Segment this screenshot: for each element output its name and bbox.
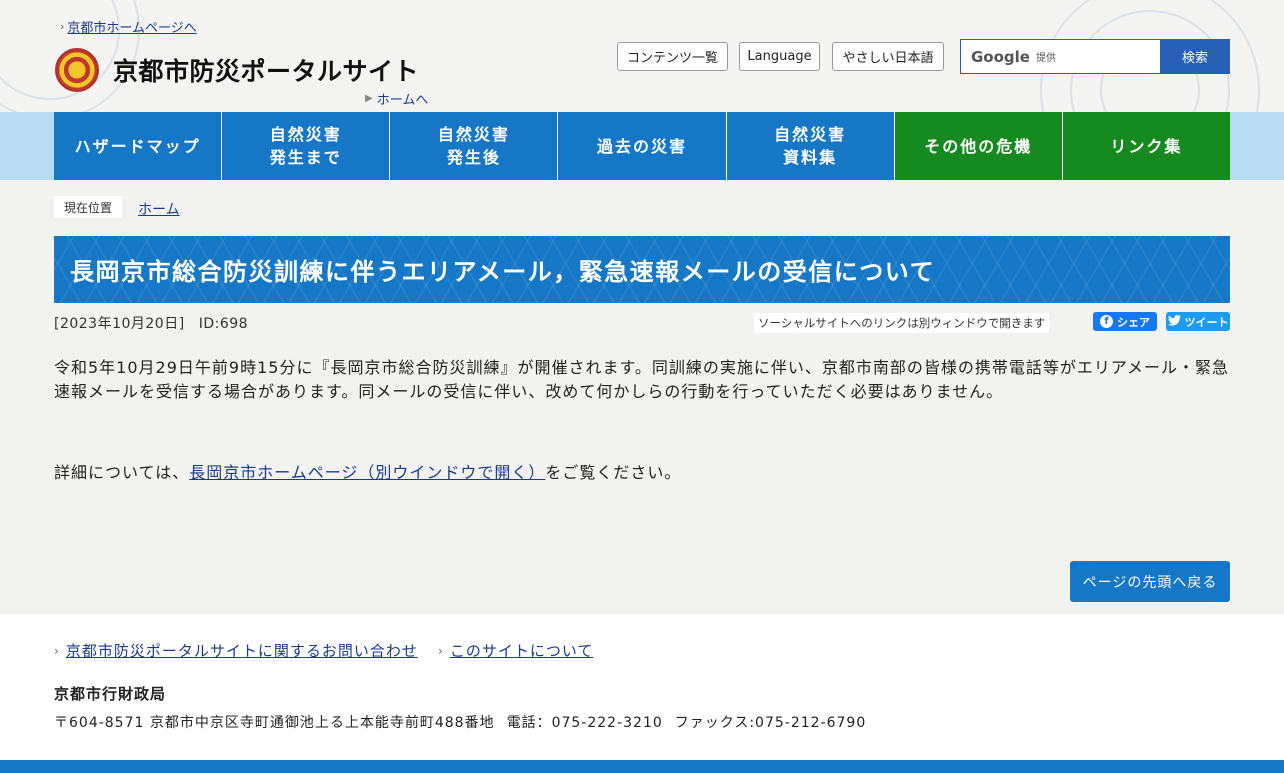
- home-link-row: ▶ ホームへ: [365, 89, 428, 108]
- chevron-right-icon: ›: [54, 643, 60, 658]
- easy-japanese-button[interactable]: やさしい日本語: [832, 42, 944, 71]
- article-date: [2023年10月20日]: [54, 316, 185, 332]
- page-title: 長岡京市総合防災訓練に伴うエリアメール，緊急速報メールの受信について: [54, 236, 1230, 303]
- triangle-right-icon: ▶: [365, 93, 373, 104]
- facebook-icon: f: [1100, 315, 1113, 328]
- article-detail-line: 詳細については、長岡京市ホームページ（別ウインドウで開く）をご覧ください。: [54, 459, 681, 483]
- home-link[interactable]: ホームへ: [377, 89, 429, 108]
- nav-item-past-disasters[interactable]: 過去の災害: [558, 112, 727, 180]
- search-input[interactable]: Google 提供: [960, 39, 1161, 74]
- bottom-band: [0, 760, 1284, 773]
- breadcrumb-home-link[interactable]: ホーム: [138, 202, 180, 218]
- article-meta: [2023年10月20日] ID:698: [54, 313, 248, 333]
- site-footer: › 京都市防災ポータルサイトに関するお問い合わせ › このサイトについて 京都市…: [0, 614, 1284, 760]
- nav-item-links[interactable]: リンク集: [1062, 112, 1230, 180]
- address-text: 〒604-8571 京都市中京区寺町通御池上る上本能寺前町488番地: [54, 715, 495, 731]
- global-nav: ハザードマップ 自然災害 発生まで 自然災害 発生後 過去の災害 自然災害 資料…: [54, 112, 1230, 180]
- search-button[interactable]: 検索: [1160, 39, 1230, 74]
- nav-item-after-disaster[interactable]: 自然災害 発生後: [390, 112, 559, 180]
- footer-link-row-about: › このサイトについて: [438, 640, 593, 661]
- article-id: ID:698: [198, 316, 249, 332]
- site-logo-area[interactable]: 京都市防災ポータルサイト: [55, 48, 419, 92]
- google-brand-sub: 提供: [1035, 53, 1056, 64]
- twitter-share-label: ツイート: [1184, 315, 1229, 329]
- nav-item-other-crises[interactable]: その他の危機: [894, 112, 1063, 180]
- nagaokakyo-homepage-link[interactable]: 長岡京市ホームページ（別ウインドウで開く）: [189, 463, 545, 482]
- chevron-right-icon: ›: [438, 643, 444, 658]
- fax-number: ファックス:075-212-6790: [674, 715, 867, 731]
- site-title: 京都市防災ポータルサイト: [113, 57, 420, 86]
- twitter-share-button[interactable]: ツイート: [1166, 312, 1230, 331]
- twitter-bird-icon: [1167, 314, 1181, 329]
- nav-item-before-disaster[interactable]: 自然災害 発生まで: [222, 112, 391, 180]
- office-name: 京都市行財政局: [54, 685, 167, 703]
- site-header: › 京都市ホームページへ 京都市防災ポータルサイト ▶ ホームへ コンテンツ一覧…: [0, 0, 1284, 112]
- language-button[interactable]: Language: [739, 42, 820, 71]
- footer-link-row-contact: › 京都市防災ポータルサイトに関するお問い合わせ: [54, 640, 418, 661]
- article-body: 令和5年10月29日午前9時15分に『長岡京市総合防災訓練』が開催されます。同訓…: [54, 358, 1230, 401]
- city-home-link[interactable]: 京都市ホームページへ: [67, 17, 196, 36]
- nav-item-disaster-materials[interactable]: 自然災害 資料集: [726, 112, 895, 180]
- breadcrumb: ホーム: [138, 199, 180, 219]
- detail-prefix: 詳細については、: [54, 463, 190, 482]
- chevron-right-icon: ›: [60, 20, 65, 33]
- city-home-link-row: › 京都市ホームページへ: [60, 17, 197, 36]
- detail-suffix: をご覧ください。: [545, 463, 682, 482]
- social-note: ソーシャルサイトへのリンクは別ウィンドウで開きます: [754, 313, 1050, 333]
- contents-list-button[interactable]: コンテンツ一覧: [617, 42, 728, 71]
- city-emblem-logo: [55, 48, 99, 92]
- google-brand: Google: [971, 47, 1030, 66]
- facebook-share-label: シェア: [1117, 315, 1150, 329]
- facebook-share-button[interactable]: f シェア: [1093, 312, 1157, 331]
- nav-item-hazard-map[interactable]: ハザードマップ: [54, 112, 223, 180]
- back-to-top-button[interactable]: ページの先頭へ戻る: [1070, 561, 1230, 602]
- footer-about-link[interactable]: このサイトについて: [450, 640, 594, 661]
- phone-number: 電話：075-222-3210: [506, 715, 663, 731]
- office-address: 〒604-8571 京都市中京区寺町通御池上る上本能寺前町488番地 電話：075…: [54, 712, 878, 732]
- footer-contact-link[interactable]: 京都市防災ポータルサイトに関するお問い合わせ: [66, 640, 418, 661]
- breadcrumb-label: 現在位置: [54, 196, 123, 218]
